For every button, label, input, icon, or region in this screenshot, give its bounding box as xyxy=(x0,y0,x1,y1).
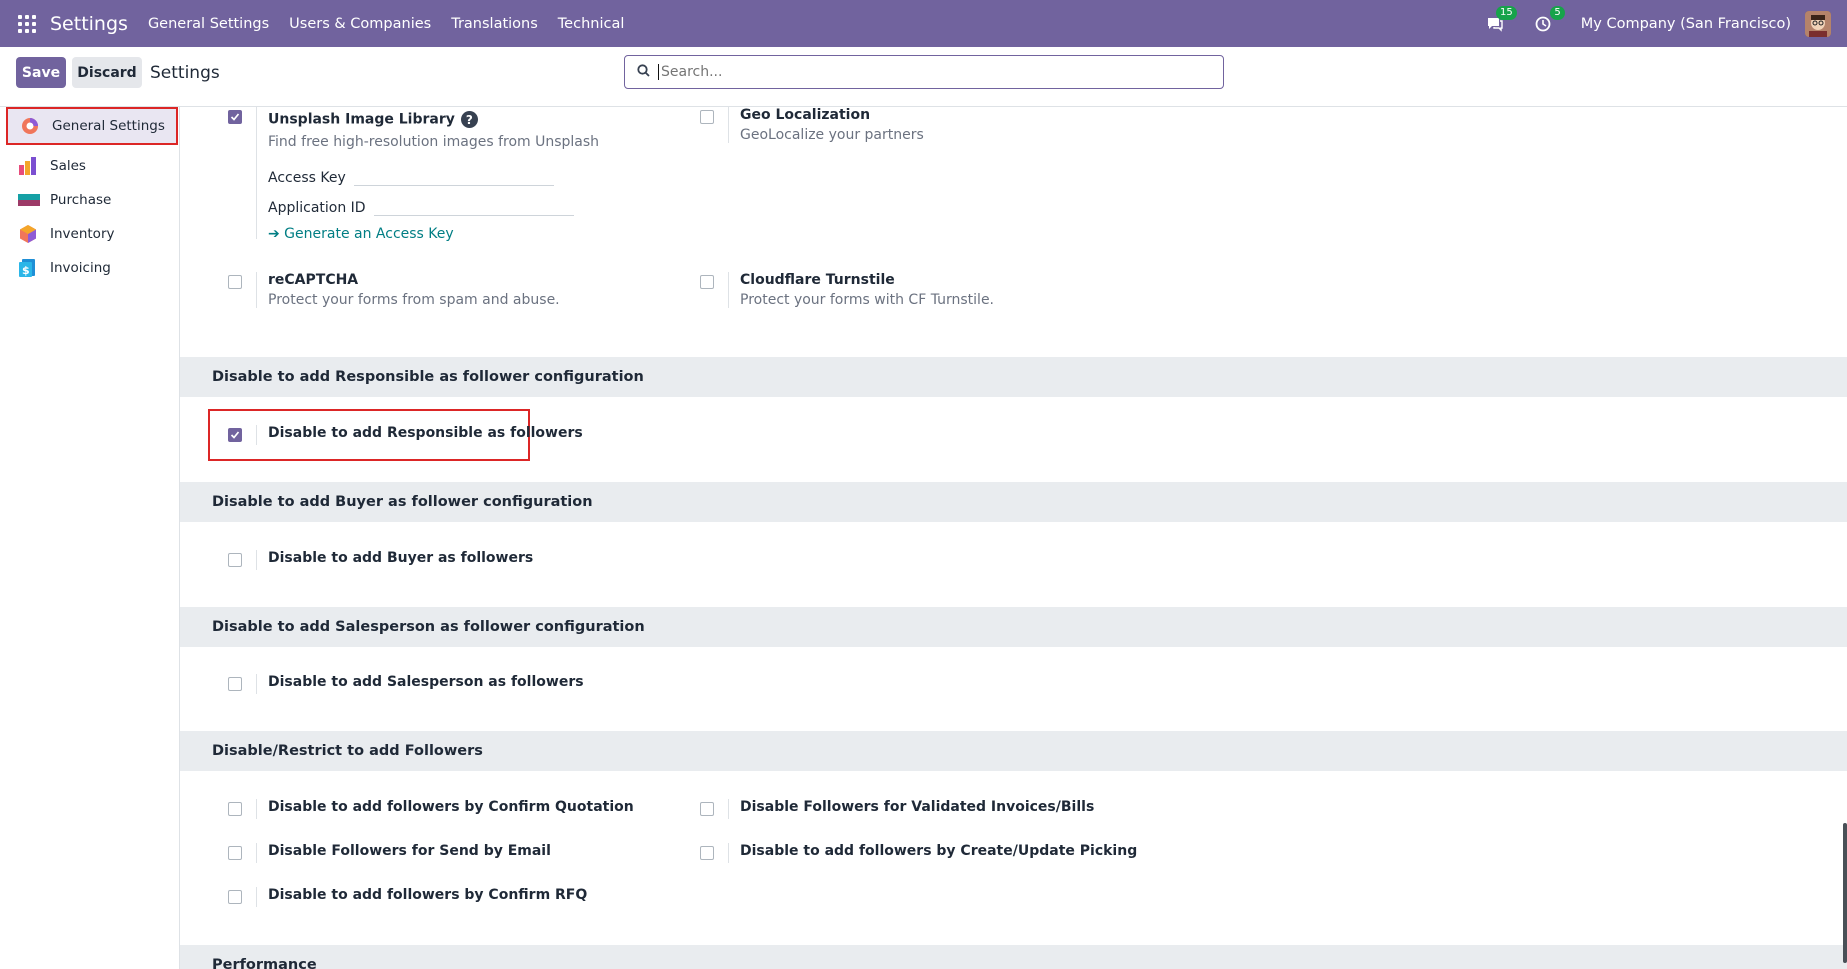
invoicing-app-icon: $ xyxy=(18,258,38,278)
create-picking-label[interactable]: Disable to add followers by Create/Updat… xyxy=(740,843,1137,863)
sidebar-item-label: Inventory xyxy=(50,226,115,242)
confirm-rfq-label[interactable]: Disable to add followers by Confirm RFQ xyxy=(268,887,587,907)
sidebar-item-label: Purchase xyxy=(50,192,112,208)
sidebar-item-label: Invoicing xyxy=(50,260,111,276)
sidebar-item-invoicing[interactable]: $ Invoicing xyxy=(6,249,178,287)
sales-app-icon xyxy=(18,156,38,176)
geo-localization-setting: Geo Localization GeoLocalize your partne… xyxy=(700,107,924,143)
top-navbar: Settings General Settings Users & Compan… xyxy=(0,0,1847,47)
section-performance-head: Performance xyxy=(180,945,1847,969)
section-buyer-head: Disable to add Buyer as follower configu… xyxy=(180,482,1847,522)
section-salesperson-head: Disable to add Salesperson as follower c… xyxy=(180,607,1847,647)
send-by-email-checkbox[interactable] xyxy=(228,846,242,860)
sidebar-item-inventory[interactable]: Inventory xyxy=(6,215,178,253)
settings-app-icon xyxy=(20,116,40,136)
confirm-quotation-checkbox[interactable] xyxy=(228,802,242,816)
menu-technical[interactable]: Technical xyxy=(558,16,625,32)
geo-localization-desc: GeoLocalize your partners xyxy=(740,127,924,143)
buyer-label[interactable]: Disable to add Buyer as followers xyxy=(268,550,533,570)
recaptcha-title: reCAPTCHA xyxy=(268,272,359,288)
send-by-email-setting: Disable Followers for Send by Email xyxy=(228,843,551,863)
search-icon xyxy=(637,63,650,81)
salesperson-setting: Disable to add Salesperson as followers xyxy=(228,674,584,694)
turnstile-checkbox[interactable] xyxy=(700,275,714,289)
search-input[interactable] xyxy=(658,64,1223,80)
sidebar-item-label: Sales xyxy=(50,158,86,174)
confirm-quotation-setting: Disable to add followers by Confirm Quot… xyxy=(228,799,634,819)
unsplash-checkbox[interactable] xyxy=(228,110,242,124)
confirm-quotation-label[interactable]: Disable to add followers by Confirm Quot… xyxy=(268,799,634,819)
validated-invoices-checkbox[interactable] xyxy=(700,802,714,816)
geo-localization-checkbox[interactable] xyxy=(700,110,714,124)
create-picking-checkbox[interactable] xyxy=(700,846,714,860)
activity-clock-icon[interactable]: 5 xyxy=(1533,5,1565,34)
activity-badge: 5 xyxy=(1550,5,1565,20)
chat-icon[interactable]: 15 xyxy=(1485,5,1517,34)
buyer-checkbox[interactable] xyxy=(228,553,242,567)
create-picking-setting: Disable to add followers by Create/Updat… xyxy=(700,843,1137,863)
app-brand[interactable]: Settings xyxy=(50,13,128,35)
salesperson-checkbox[interactable] xyxy=(228,677,242,691)
geo-localization-title: Geo Localization xyxy=(740,107,871,123)
unsplash-setting: Unsplash Image Library? Find free high-r… xyxy=(228,107,599,242)
sidebar-item-purchase[interactable]: Purchase xyxy=(6,181,178,219)
turnstile-setting: Cloudflare Turnstile Protect your forms … xyxy=(700,272,994,308)
menu-translations[interactable]: Translations xyxy=(451,16,538,32)
sidebar-item-sales[interactable]: Sales xyxy=(6,147,178,185)
application-id-input[interactable] xyxy=(373,198,574,216)
settings-sidebar: General Settings Sales Purchase Inventor… xyxy=(0,107,180,969)
validated-invoices-setting: Disable Followers for Validated Invoices… xyxy=(700,799,1094,819)
responsible-setting: Disable to add Responsible as followers xyxy=(228,425,583,445)
help-icon[interactable]: ? xyxy=(460,111,478,128)
turnstile-desc: Protect your forms with CF Turnstile. xyxy=(740,292,995,308)
discard-button[interactable]: Discard xyxy=(72,57,142,88)
search-box[interactable] xyxy=(624,55,1224,89)
turnstile-title: Cloudflare Turnstile xyxy=(740,272,895,288)
generate-access-key-link[interactable]: ➔ Generate an Access Key xyxy=(268,226,599,242)
buyer-setting: Disable to add Buyer as followers xyxy=(228,550,533,570)
sidebar-item-general-settings[interactable]: General Settings xyxy=(6,107,178,145)
access-key-label: Access Key xyxy=(268,170,346,186)
svg-text:$: $ xyxy=(22,264,30,277)
unsplash-desc: Find free high-resolution images from Un… xyxy=(268,134,600,150)
control-panel: Save Discard Settings xyxy=(0,47,1847,107)
responsible-checkbox[interactable] xyxy=(228,428,242,442)
section-restrict-head: Disable/Restrict to add Followers xyxy=(180,731,1847,771)
salesperson-label[interactable]: Disable to add Salesperson as followers xyxy=(268,674,584,694)
validated-invoices-label[interactable]: Disable Followers for Validated Invoices… xyxy=(740,799,1094,819)
sidebar-item-label: General Settings xyxy=(52,118,165,134)
user-avatar[interactable] xyxy=(1805,10,1831,37)
confirm-rfq-setting: Disable to add followers by Confirm RFQ xyxy=(228,887,587,907)
chat-badge: 15 xyxy=(1496,5,1517,20)
confirm-rfq-checkbox[interactable] xyxy=(228,890,242,904)
save-button[interactable]: Save xyxy=(16,57,66,88)
purchase-app-icon xyxy=(18,190,40,210)
page-title: Settings xyxy=(150,63,220,83)
inventory-app-icon xyxy=(18,224,38,244)
menu-users-companies[interactable]: Users & Companies xyxy=(289,16,431,32)
content-scrollbar[interactable] xyxy=(1843,823,1847,963)
menu-general-settings[interactable]: General Settings xyxy=(148,16,269,32)
responsible-label[interactable]: Disable to add Responsible as followers xyxy=(268,425,583,445)
section-responsible-head: Disable to add Responsible as follower c… xyxy=(180,357,1847,397)
recaptcha-desc: Protect your forms from spam and abuse. xyxy=(268,292,560,308)
recaptcha-setting: reCAPTCHA Protect your forms from spam a… xyxy=(228,272,560,308)
company-switcher[interactable]: My Company (San Francisco) xyxy=(1581,16,1791,32)
settings-content: Unsplash Image Library? Find free high-r… xyxy=(180,107,1847,969)
access-key-input[interactable] xyxy=(353,168,554,186)
unsplash-title: Unsplash Image Library xyxy=(268,111,455,128)
recaptcha-checkbox[interactable] xyxy=(228,275,242,289)
send-by-email-label[interactable]: Disable Followers for Send by Email xyxy=(268,843,551,863)
app-id-label: Application ID xyxy=(268,200,366,216)
apps-menu-icon[interactable] xyxy=(18,14,36,33)
